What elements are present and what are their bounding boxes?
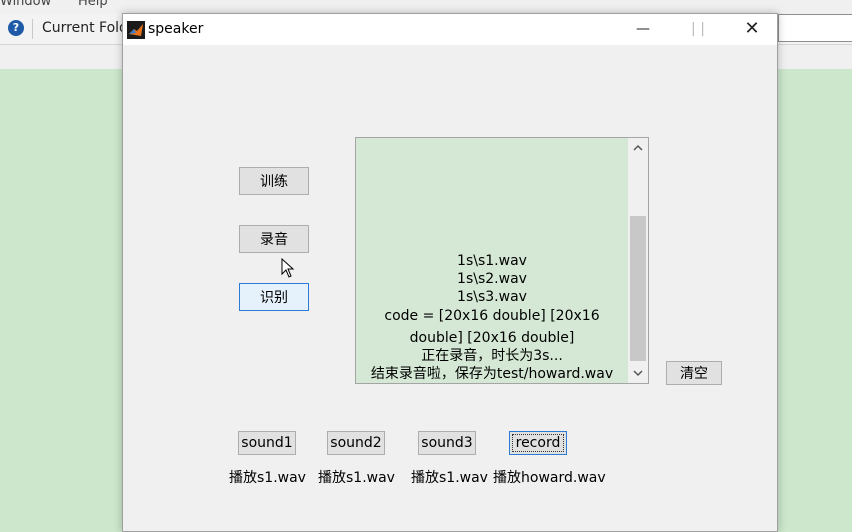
listbox-content: 1s\s1.wav 1s\s2.wav 1s\s3.wav code = [20… — [356, 252, 628, 383]
train-button[interactable]: 训练 — [239, 167, 309, 195]
sound2-button[interactable]: sound2 — [327, 431, 385, 455]
recognize-button[interactable]: 识别 — [239, 283, 309, 311]
list-item[interactable]: 正在录音，时长为3s... — [356, 347, 628, 365]
record-button[interactable]: record — [509, 431, 567, 455]
list-item[interactable]: 1s\s1.wav — [356, 252, 628, 270]
window-title: speaker — [148, 21, 204, 37]
sound3-button[interactable]: sound3 — [418, 431, 476, 455]
matlab-icon — [127, 21, 145, 39]
maximize-button[interactable]: | | — [675, 14, 721, 45]
menu-help[interactable]: Help — [78, 0, 108, 9]
sound1-button[interactable]: sound1 — [238, 431, 296, 455]
play-label-2: 播放s1.wav — [318, 470, 395, 486]
scroll-down-arrow-icon[interactable] — [628, 363, 648, 383]
close-button[interactable]: ✕ — [729, 14, 775, 45]
mouse-cursor-icon — [281, 258, 295, 278]
toolbar-separator — [32, 19, 33, 39]
current-folder-label: Current Fold — [42, 20, 128, 36]
speaker-figure-window: speaker — | | ✕ 训练 录音 识别 1s\s1.wav 1s\s2… — [122, 13, 778, 532]
play-label-1: 播放s1.wav — [229, 470, 306, 486]
minimize-button[interactable]: — — [620, 14, 666, 45]
scroll-up-arrow-icon[interactable] — [628, 138, 648, 158]
list-item[interactable]: code = [20x16 double] [20x16 — [356, 307, 628, 325]
focus-ring — [512, 434, 564, 452]
listbox-scrollbar[interactable] — [628, 138, 648, 383]
menu-window[interactable]: Window — [0, 0, 51, 9]
background-menubar: Window Help — [0, 0, 852, 14]
help-icon[interactable]: ? — [8, 20, 24, 36]
record-cn-button[interactable]: 录音 — [239, 225, 309, 253]
play-label-3: 播放s1.wav — [411, 470, 488, 486]
background-panel-right — [778, 69, 852, 532]
output-listbox[interactable]: 1s\s1.wav 1s\s2.wav 1s\s3.wav code = [20… — [355, 137, 649, 384]
title-bar[interactable]: speaker — | | ✕ — [123, 14, 777, 45]
play-label-4: 播放howard.wav — [493, 470, 606, 486]
list-item[interactable]: 1s\s2.wav — [356, 270, 628, 288]
clear-button[interactable]: 清空 — [666, 361, 722, 385]
scrollbar-thumb[interactable] — [630, 216, 646, 361]
list-item[interactable]: double] [20x16 double] — [356, 329, 628, 347]
list-item[interactable]: 1s\s3.wav — [356, 288, 628, 306]
background-panel-left — [0, 69, 123, 532]
list-item[interactable]: 结束录音啦，保存为test/howard.wav — [356, 365, 628, 383]
current-folder-path-box[interactable] — [778, 14, 852, 42]
